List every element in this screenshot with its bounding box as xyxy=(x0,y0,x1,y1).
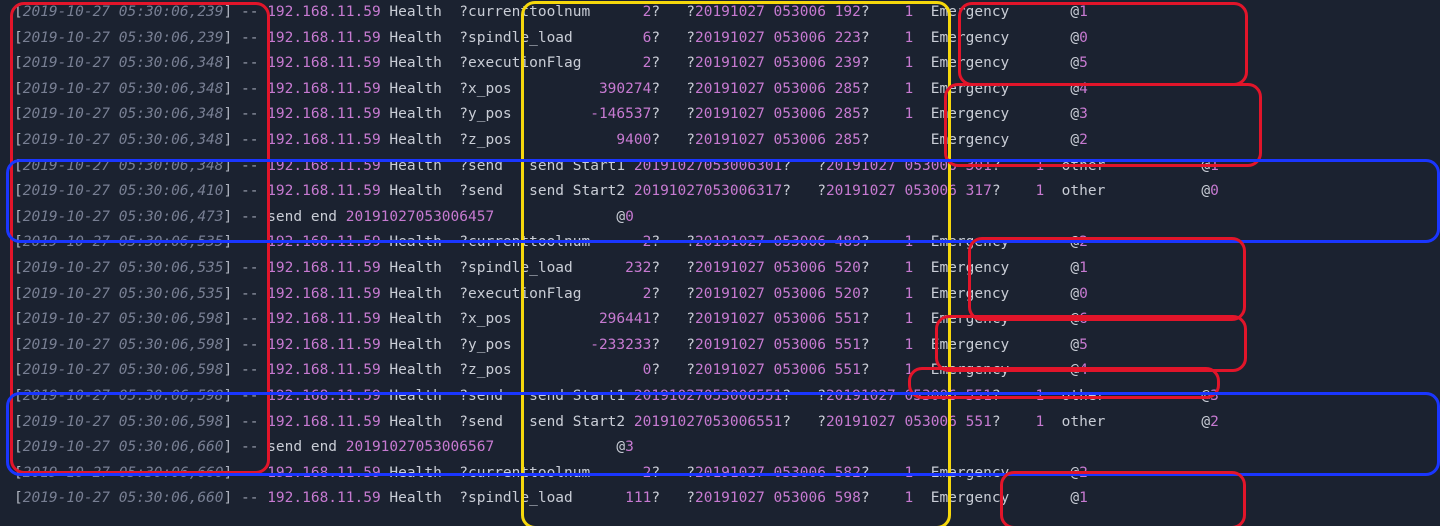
log-line: [2019-10-27 05:30:06,348] -- 192.168.11.… xyxy=(0,128,1440,154)
log-line: [2019-10-27 05:30:06,239] -- 192.168.11.… xyxy=(0,26,1440,52)
log-line: [2019-10-27 05:30:06,598] -- 192.168.11.… xyxy=(0,410,1440,436)
log-line: [2019-10-27 05:30:06,598] -- 192.168.11.… xyxy=(0,333,1440,359)
log-line: [2019-10-27 05:30:06,535] -- 192.168.11.… xyxy=(0,256,1440,282)
log-line: [2019-10-27 05:30:06,348] -- 192.168.11.… xyxy=(0,102,1440,128)
log-line: [2019-10-27 05:30:06,348] -- 192.168.11.… xyxy=(0,51,1440,77)
log-line: [2019-10-27 05:30:06,598] -- 192.168.11.… xyxy=(0,384,1440,410)
log-output: [2019-10-27 05:30:06,239] -- 192.168.11.… xyxy=(0,0,1440,512)
log-line: [2019-10-27 05:30:06,535] -- 192.168.11.… xyxy=(0,282,1440,308)
log-line: [2019-10-27 05:30:06,598] -- 192.168.11.… xyxy=(0,307,1440,333)
log-line: [2019-10-27 05:30:06,660] -- send end 20… xyxy=(0,435,1440,461)
terminal-viewport: { "colors":{ "bg":"#1b2230", "timestamp"… xyxy=(0,0,1440,526)
log-line: [2019-10-27 05:30:06,348] -- 192.168.11.… xyxy=(0,77,1440,103)
log-line: [2019-10-27 05:30:06,598] -- 192.168.11.… xyxy=(0,358,1440,384)
log-line: [2019-10-27 05:30:06,348] -- 192.168.11.… xyxy=(0,154,1440,180)
log-line: [2019-10-27 05:30:06,410] -- 192.168.11.… xyxy=(0,179,1440,205)
log-line: [2019-10-27 05:30:06,660] -- 192.168.11.… xyxy=(0,461,1440,487)
log-line: [2019-10-27 05:30:06,473] -- send end 20… xyxy=(0,205,1440,231)
log-line: [2019-10-27 05:30:06,239] -- 192.168.11.… xyxy=(0,0,1440,26)
log-line: [2019-10-27 05:30:06,660] -- 192.168.11.… xyxy=(0,486,1440,512)
log-line: [2019-10-27 05:30:06,535] -- 192.168.11.… xyxy=(0,230,1440,256)
